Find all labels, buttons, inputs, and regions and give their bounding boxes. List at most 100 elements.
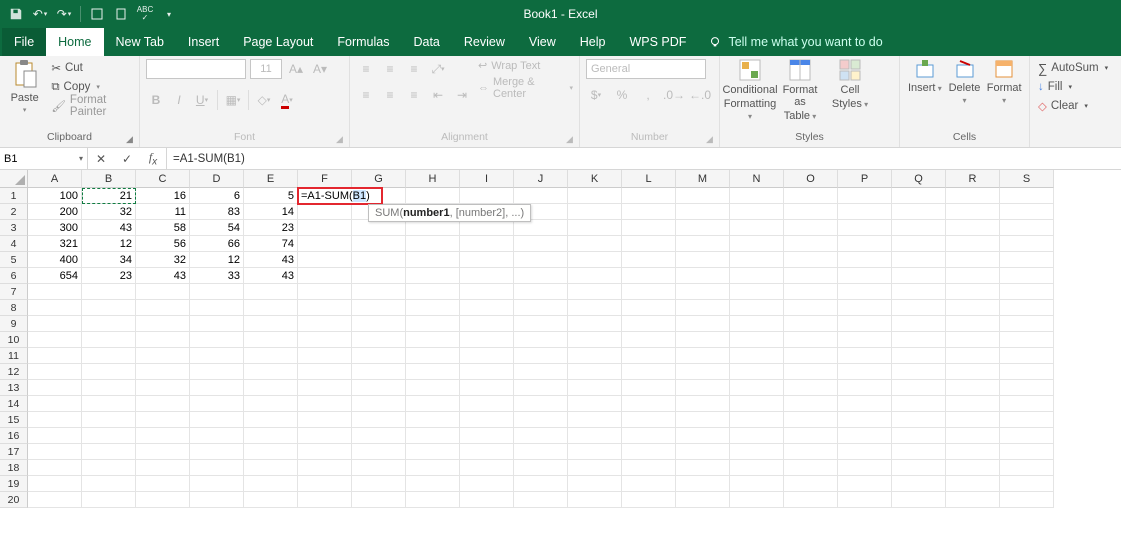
cell-E20[interactable] [244,492,298,508]
cell-K16[interactable] [568,428,622,444]
cell-O14[interactable] [784,396,838,412]
cell-K11[interactable] [568,348,622,364]
cell-I12[interactable] [460,364,514,380]
increase-decimal-icon[interactable]: .0→ [664,85,684,105]
cell-P19[interactable] [838,476,892,492]
cell-A18[interactable] [28,460,82,476]
cell-R13[interactable] [946,380,1000,396]
cell-J1[interactable] [514,188,568,204]
cell-E8[interactable] [244,300,298,316]
tab-insert[interactable]: Insert [176,28,231,56]
cell-Q4[interactable] [892,236,946,252]
cell-L12[interactable] [622,364,676,380]
cell-N7[interactable] [730,284,784,300]
cell-J14[interactable] [514,396,568,412]
cell-R6[interactable] [946,268,1000,284]
cell-I19[interactable] [460,476,514,492]
cell-B5[interactable]: 34 [82,252,136,268]
cell-H13[interactable] [406,380,460,396]
cell-R16[interactable] [946,428,1000,444]
cell-S10[interactable] [1000,332,1054,348]
cell-S13[interactable] [1000,380,1054,396]
cell-B18[interactable] [82,460,136,476]
cell-G15[interactable] [352,412,406,428]
cell-K18[interactable] [568,460,622,476]
cell-J12[interactable] [514,364,568,380]
cell-E2[interactable]: 14 [244,204,298,220]
align-top-icon[interactable]: ≡ [356,59,376,79]
cell-F6[interactable] [298,268,352,284]
cell-N18[interactable] [730,460,784,476]
cell-I18[interactable] [460,460,514,476]
cell-L16[interactable] [622,428,676,444]
cell-K2[interactable] [568,204,622,220]
cell-C6[interactable]: 43 [136,268,190,284]
cell-Q15[interactable] [892,412,946,428]
cell-B3[interactable]: 43 [82,220,136,236]
cell-A6[interactable]: 654 [28,268,82,284]
row-header-12[interactable]: 12 [0,364,28,380]
cell-R4[interactable] [946,236,1000,252]
cell-L7[interactable] [622,284,676,300]
cell-L20[interactable] [622,492,676,508]
cell-H10[interactable] [406,332,460,348]
cell-D9[interactable] [190,316,244,332]
cell-B2[interactable]: 32 [82,204,136,220]
cell-styles-button[interactable]: CellStyles [826,59,874,110]
cell-Q18[interactable] [892,460,946,476]
tab-formulas[interactable]: Formulas [325,28,401,56]
cell-C13[interactable] [136,380,190,396]
cell-N3[interactable] [730,220,784,236]
redo-icon[interactable]: ↷▾ [54,4,74,24]
cell-S17[interactable] [1000,444,1054,460]
cell-N16[interactable] [730,428,784,444]
cell-B17[interactable] [82,444,136,460]
cell-I14[interactable] [460,396,514,412]
cell-E19[interactable] [244,476,298,492]
cell-Q2[interactable] [892,204,946,220]
cell-E3[interactable]: 23 [244,220,298,236]
column-header-B[interactable]: B [82,170,136,188]
dialog-launcher-icon[interactable]: ◢ [706,134,716,144]
cell-C20[interactable] [136,492,190,508]
row-header-8[interactable]: 8 [0,300,28,316]
row-header-1[interactable]: 1 [0,188,28,204]
paste-button[interactable]: Paste ▾ [6,59,43,114]
cell-M20[interactable] [676,492,730,508]
align-middle-icon[interactable]: ≡ [380,59,400,79]
row-header-10[interactable]: 10 [0,332,28,348]
cell-R9[interactable] [946,316,1000,332]
delete-cells-button[interactable]: Delete [946,59,984,106]
cell-P11[interactable] [838,348,892,364]
cell-S15[interactable] [1000,412,1054,428]
cell-S14[interactable] [1000,396,1054,412]
cell-E14[interactable] [244,396,298,412]
tab-newtab[interactable]: New Tab [104,28,176,56]
row-header-11[interactable]: 11 [0,348,28,364]
cell-J11[interactable] [514,348,568,364]
fill-color-button[interactable]: ◇▾ [254,90,274,110]
cell-C12[interactable] [136,364,190,380]
cell-K10[interactable] [568,332,622,348]
cell-G13[interactable] [352,380,406,396]
cell-K17[interactable] [568,444,622,460]
cell-O2[interactable] [784,204,838,220]
row-header-16[interactable]: 16 [0,428,28,444]
cell-I6[interactable] [460,268,514,284]
cell-E15[interactable] [244,412,298,428]
cell-O17[interactable] [784,444,838,460]
cell-I15[interactable] [460,412,514,428]
cell-N10[interactable] [730,332,784,348]
cell-B7[interactable] [82,284,136,300]
cell-Q5[interactable] [892,252,946,268]
cell-A15[interactable] [28,412,82,428]
cell-F11[interactable] [298,348,352,364]
cell-B11[interactable] [82,348,136,364]
cell-E13[interactable] [244,380,298,396]
bold-button[interactable]: B [146,90,166,110]
cell-F2[interactable] [298,204,352,220]
fx-button[interactable]: fx [140,150,166,167]
clear-button[interactable]: ◇Clear▾ [1036,97,1110,115]
cell-L1[interactable] [622,188,676,204]
cell-O1[interactable] [784,188,838,204]
